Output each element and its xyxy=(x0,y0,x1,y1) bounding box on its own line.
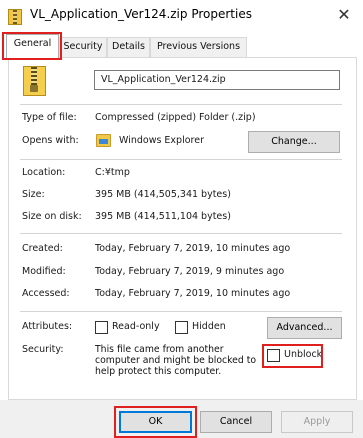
hidden-checkbox[interactable] xyxy=(175,321,188,334)
size-on-disk-label: Size on disk: xyxy=(22,211,82,222)
divider xyxy=(20,159,342,160)
accessed-label: Accessed: xyxy=(22,288,70,299)
file-name-field[interactable]: VL_Application_Ver124.zip xyxy=(94,70,340,90)
read-only-checkbox[interactable] xyxy=(95,321,108,334)
security-label: Security: xyxy=(22,344,64,355)
zip-folder-icon xyxy=(8,9,22,25)
type-label: Type of file: xyxy=(22,112,77,123)
opens-with-label: Opens with: xyxy=(22,135,79,146)
hidden-label[interactable]: Hidden xyxy=(192,321,226,332)
change-button[interactable]: Change... xyxy=(248,131,340,153)
close-button[interactable]: ✕ xyxy=(325,0,363,30)
accessed-value: Today, February 7, 2019, 10 minutes ago xyxy=(95,288,291,299)
ok-highlight xyxy=(114,406,197,438)
zip-folder-icon xyxy=(23,66,46,96)
title-bar: VL_Application_Ver124.zip Properties ✕ xyxy=(0,0,363,34)
type-value: Compressed (zipped) Folder (.zip) xyxy=(95,112,256,123)
created-label: Created: xyxy=(22,243,63,254)
size-value: 395 MB (414,505,341 bytes) xyxy=(95,189,231,200)
cancel-button[interactable]: Cancel xyxy=(200,411,272,433)
general-tab-highlight xyxy=(2,32,62,60)
location-value: C:¥tmp xyxy=(95,167,130,178)
tab-security[interactable]: Security xyxy=(59,37,107,57)
size-on-disk-value: 395 MB (414,511,104 bytes) xyxy=(95,211,231,222)
unblock-highlight xyxy=(262,344,323,368)
modified-value: Today, February 7, 2019, 9 minutes ago xyxy=(95,266,285,277)
read-only-label[interactable]: Read-only xyxy=(112,321,160,332)
created-value: Today, February 7, 2019, 10 minutes ago xyxy=(95,243,291,254)
advanced-button[interactable]: Advanced... xyxy=(267,317,342,339)
tab-details[interactable]: Details xyxy=(107,37,150,57)
windows-explorer-icon xyxy=(96,134,111,147)
divider xyxy=(20,104,342,105)
attributes-label: Attributes: xyxy=(22,321,73,332)
modified-label: Modified: xyxy=(22,266,66,277)
window-title: VL_Application_Ver124.zip Properties xyxy=(30,7,252,21)
security-message: This file came from another computer and… xyxy=(95,344,257,377)
opens-with-value: Windows Explorer xyxy=(119,135,204,146)
location-label: Location: xyxy=(22,167,66,178)
divider xyxy=(20,233,342,234)
apply-button[interactable]: Apply xyxy=(281,411,353,433)
tab-previous-versions[interactable]: Previous Versions xyxy=(150,37,247,57)
divider xyxy=(20,311,342,312)
size-label: Size: xyxy=(22,189,45,200)
